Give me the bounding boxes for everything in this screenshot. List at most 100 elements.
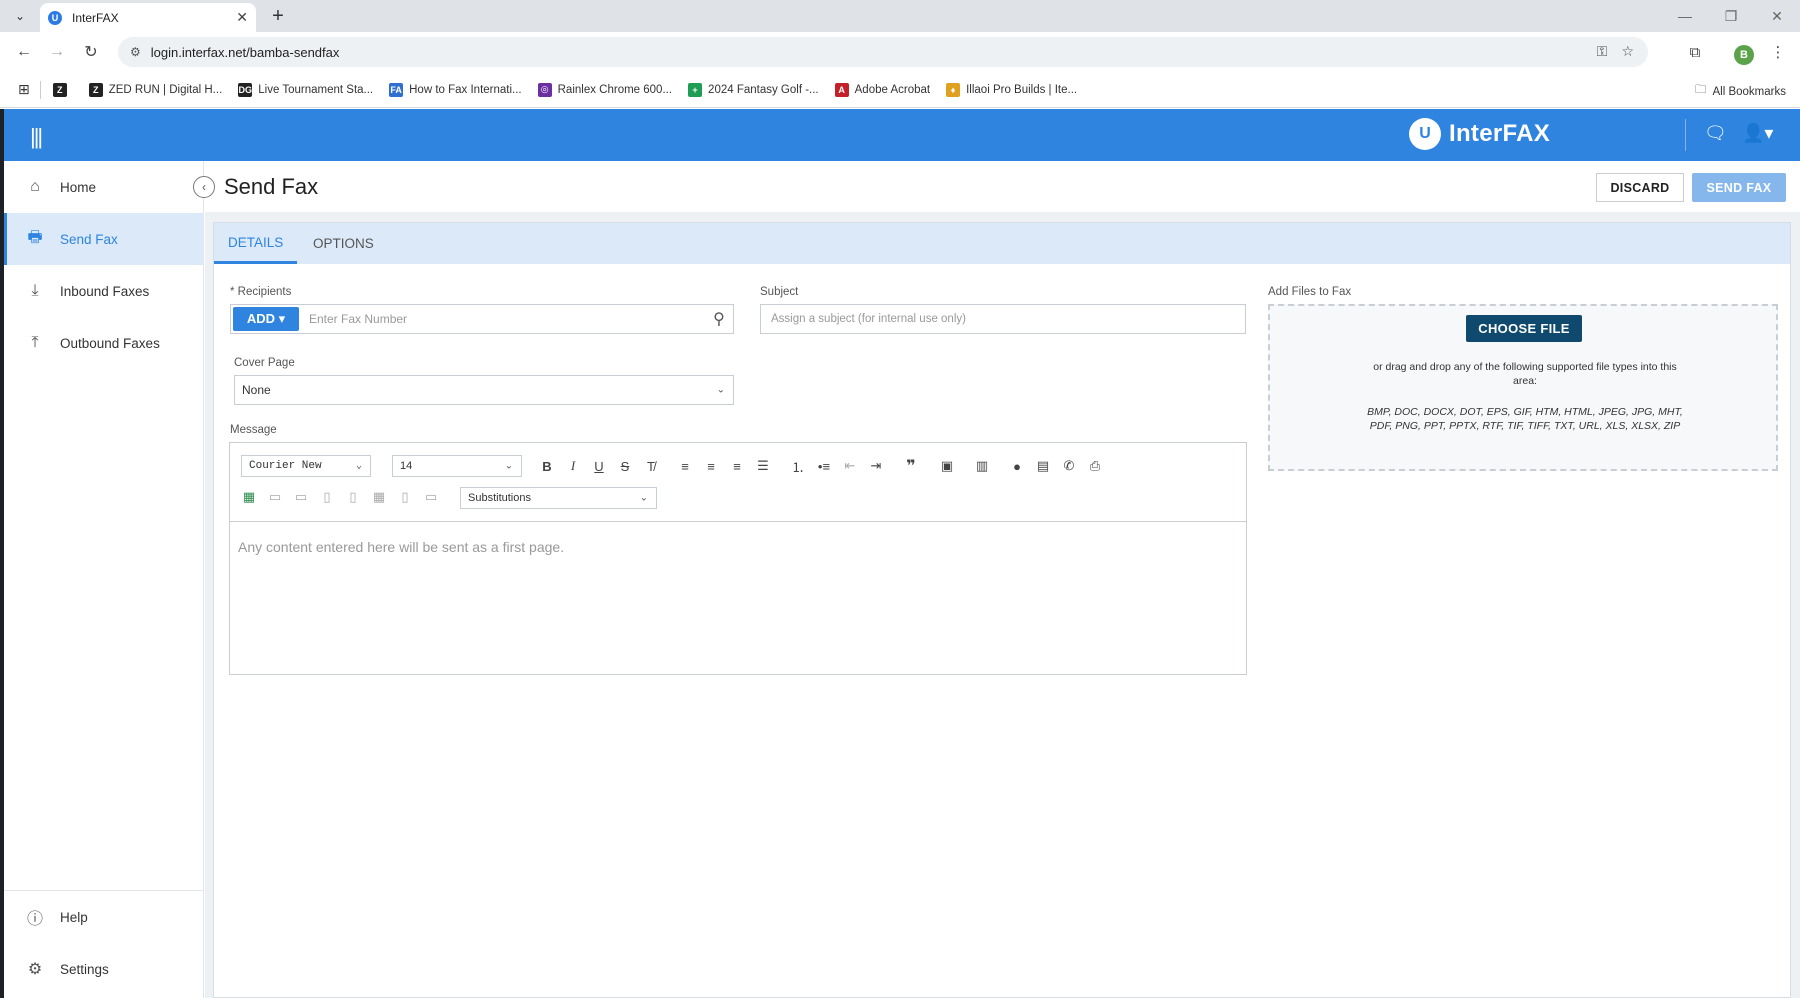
browser-toolbar: ← → ↻ ⚙ login.interfax.net/bamba-sendfax… [0,32,1800,72]
browser-tab[interactable]: U InterFAX ✕ [40,3,256,32]
fax-number-input[interactable] [299,312,705,326]
quote-icon[interactable]: ❞ [900,455,922,477]
ordered-list-icon[interactable]: ⒈ [787,455,809,477]
bookmark-item[interactable]: +2024 Fantasy Golf -... [688,82,819,97]
url-text: login.interfax.net/bamba-sendfax [150,44,340,60]
address-bar[interactable]: ⚙ login.interfax.net/bamba-sendfax ⚿ ☆ [118,37,1648,67]
sidebar-item-home[interactable]: ⌂ Home [4,161,204,213]
bookmark-favicon-icon: DG [238,82,253,97]
browser-menu-icon[interactable]: ⋮ [1767,41,1789,63]
table-merge-icon[interactable]: ▦ [368,486,390,508]
sidebar-item-help[interactable]: ⓘ Help [4,891,204,943]
sidebar-item-label: Inbound Faxes [60,283,150,299]
table-row-above-icon[interactable]: ▭ [264,486,286,508]
table-delete-row-icon[interactable]: ▭ [420,486,442,508]
bookmark-item[interactable]: DG Live Tournament Sta... [238,82,374,97]
subject-input[interactable] [760,304,1246,334]
logo-mark-icon: U [1409,118,1441,150]
choose-file-button[interactable]: CHOOSE FILE [1466,315,1582,342]
bookmark-label: Live Tournament Sta... [258,83,374,96]
search-icon[interactable]: ⚲ [705,309,733,329]
chevron-down-icon: ⌄ [504,460,513,472]
person-icon[interactable]: ● [1006,455,1028,477]
align-right-icon[interactable]: ≡ [726,455,748,477]
table-row-below-icon[interactable]: ▭ [290,486,312,508]
page-title: Send Fax [224,174,319,199]
bold-icon[interactable]: B [536,455,558,477]
message-body-placeholder[interactable]: Any content entered here will be sent as… [238,539,564,555]
bookmark-item[interactable]: FA How to Fax Internati... [389,82,522,97]
align-left-icon[interactable]: ≡ [674,455,696,477]
menu-icon[interactable]: ||| [30,124,43,150]
table-col-left-icon[interactable]: ▯ [316,486,338,508]
recipients-field: ADD ▾ ⚲ [230,304,734,334]
profile-avatar[interactable]: B [1734,45,1754,65]
file-dropzone[interactable]: CHOOSE FILE or drag and drop any of the … [1268,304,1778,471]
reload-button[interactable]: ↻ [79,40,103,64]
add-recipient-button[interactable]: ADD ▾ [233,307,299,331]
back-button[interactable]: ← [12,40,36,64]
bookmark-item[interactable]: Z [52,82,73,97]
discard-button[interactable]: DISCARD [1596,173,1684,202]
sidebar-item-settings[interactable]: ⚙ Settings [4,943,204,995]
underline-icon[interactable]: U [588,455,610,477]
bookmark-item[interactable]: ◎ Rainlex Chrome 600... [537,82,672,97]
add-files-label: Add Files to Fax [1268,286,1352,298]
tab-details[interactable]: DETAILS [214,223,298,264]
barcode-icon[interactable]: ▥ [971,455,993,477]
italic-icon[interactable]: I [562,455,584,477]
chevron-down-icon: ⌄ [639,492,648,504]
bullet-list-icon[interactable]: •≡ [813,455,835,477]
chevron-down-icon: ⌄ [716,384,725,396]
sidebar-item-send-fax[interactable]: 🖶 Send Fax [4,213,204,265]
indent-icon[interactable]: ⇥ [865,455,887,477]
clear-format-icon[interactable]: T̸ [640,455,662,477]
bookmark-item[interactable]: Z ZED RUN | Digital H... [88,82,222,97]
sidebar-item-outbound-faxes[interactable]: ⤒ Outbound Faxes [4,317,204,369]
site-info-icon[interactable]: ⚙ [130,45,141,59]
table-delete-col-icon[interactable]: ▯ [394,486,416,508]
app-header: ||| U InterFAX 🗨 👤▾ [4,109,1800,161]
interfax-logo: U InterFAX [1409,118,1550,150]
font-family-select[interactable]: Courier New ⌄ [241,455,371,477]
new-tab-button[interactable]: + [266,4,290,28]
tab-search-button[interactable]: ⌄ [8,5,32,27]
bookmark-item[interactable]: A Adobe Acrobat [834,82,930,97]
collapse-sidebar-button[interactable]: ‹ [193,176,215,198]
close-window-button[interactable]: ✕ [1754,0,1800,32]
table-col-right-icon[interactable]: ▯ [342,486,364,508]
apps-grid-icon[interactable]: ⊞ [18,81,30,98]
cover-page-select[interactable]: None ⌄ [234,375,734,405]
insert-table-icon[interactable]: ▦ [238,486,260,508]
font-size-select[interactable]: 14 ⌄ [392,455,522,477]
outdent-icon[interactable]: ⇤ [839,455,861,477]
bookmark-item[interactable]: ♦ Illaoi Pro Builds | Ite... [946,82,1077,97]
phone-icon[interactable]: ✆ [1058,455,1080,477]
substitutions-select[interactable]: Substitutions ⌄ [460,487,657,509]
gear-icon: ⚙ [27,961,43,978]
tab-options[interactable]: OPTIONS [299,223,388,264]
printer-icon: 🖶 [27,228,43,246]
all-bookmarks-button[interactable]: 🗀 All Bookmarks [1695,82,1786,101]
bookmark-star-icon[interactable]: ☆ [1621,43,1634,60]
user-menu-icon[interactable]: 👤▾ [1742,123,1773,144]
fax-icon[interactable]: ⎙ [1084,455,1106,477]
home-icon: ⌂ [30,178,40,195]
strikethrough-icon[interactable]: S [614,455,636,477]
editor-toolbar: Courier New ⌄ 14 ⌄ B I U S T̸ ≡ ≡ ≡ ☰ ⒈ … [230,443,1246,522]
forward-button[interactable]: → [45,40,69,64]
image-icon[interactable]: ▣ [936,455,958,477]
password-key-icon[interactable]: ⚿ [1597,43,1608,60]
align-center-icon[interactable]: ≡ [700,455,722,477]
extensions-icon[interactable]: ⧉ [1684,41,1706,63]
align-justify-icon[interactable]: ☰ [752,455,774,477]
send-fax-button[interactable]: SEND FAX [1692,173,1786,202]
help-icon: ⓘ [26,911,43,928]
restore-button[interactable]: ❐ [1708,0,1754,32]
building-icon[interactable]: ▤ [1032,455,1054,477]
sidebar-item-inbound-faxes[interactable]: ⤓ Inbound Faxes [4,265,204,317]
feedback-icon[interactable]: 🗨 [1704,123,1727,144]
minimize-button[interactable]: — [1662,0,1708,32]
download-icon: ⤓ [31,282,39,299]
close-tab-icon[interactable]: ✕ [236,9,248,26]
